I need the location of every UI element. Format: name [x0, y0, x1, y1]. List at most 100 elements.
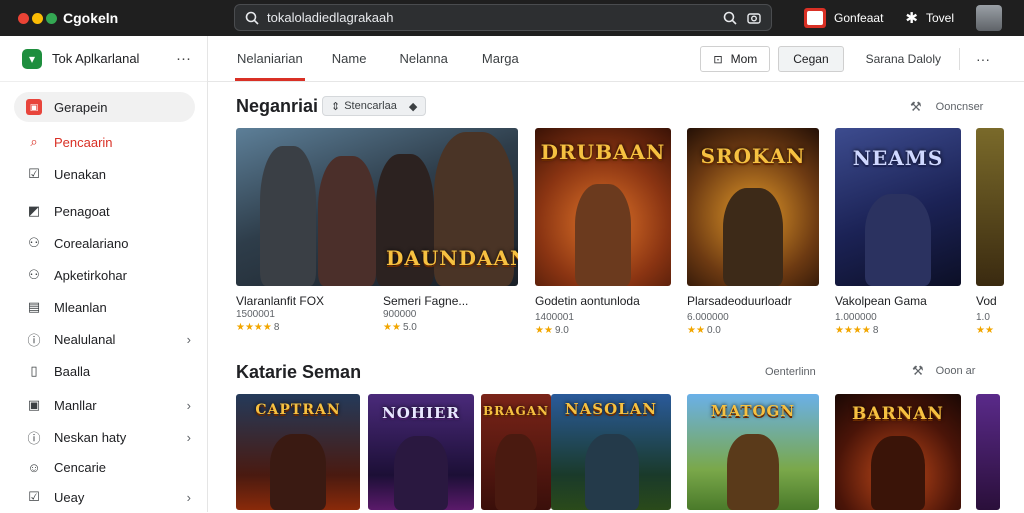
- sarana-daloly-link[interactable]: Sarana Daloly: [866, 52, 941, 66]
- tab-nelanna[interactable]: Nelanna: [399, 36, 447, 82]
- checkbox-icon: ☑: [28, 166, 40, 181]
- game-thumbnail[interactable]: [976, 394, 1000, 510]
- search-input[interactable]: [267, 10, 723, 25]
- game-title[interactable]: Vlaranlanfit FOX: [236, 294, 324, 308]
- game-art-title: BRAGAN: [483, 404, 549, 418]
- game-thumbnail: DAUNDAAN: [236, 128, 518, 286]
- tools-button[interactable]: ✱ Tovel: [905, 9, 954, 27]
- rating-value: 0.0: [706, 325, 721, 336]
- game-thumbnail[interactable]: NASOLAN: [551, 394, 671, 510]
- brand-logo-icon: [18, 12, 57, 24]
- store-icon: ▣: [26, 99, 42, 115]
- brand[interactable]: Cgokeln: [18, 10, 228, 26]
- tab-label: Marga: [481, 51, 519, 66]
- sort-icon: ⇕: [331, 100, 341, 113]
- sidebar-item-label: Penagoat: [54, 203, 110, 219]
- cegan-label: Cegan: [793, 52, 829, 66]
- game-title: Vod: [976, 294, 997, 308]
- rating-value: 5.0: [402, 322, 417, 333]
- game-thumbnail[interactable]: MATOGN: [687, 394, 819, 510]
- section-title: Neganriai: [236, 96, 319, 116]
- sidebar-item-cencarie[interactable]: ☺ Cencarie: [0, 453, 207, 481]
- section-link[interactable]: Oenterlinn: [765, 366, 816, 378]
- sidebar-item-label: Neskan haty: [54, 429, 127, 445]
- sidebar-item-label: Nealulanal: [54, 331, 116, 347]
- tools-label: Tovel: [925, 11, 954, 25]
- sidebar-item-nealulanal[interactable]: ⓘ Nealulanal ›: [0, 323, 207, 355]
- sidebar-item-penagoat[interactable]: ◩ Penagoat: [0, 195, 207, 227]
- sidebar-item-corealariano[interactable]: ⚇ Corealariano: [0, 227, 207, 259]
- more-icon[interactable]: ···: [176, 50, 191, 67]
- game-card[interactable]: DAUNDAAN: [236, 128, 518, 286]
- game-meta: 1500001 ★★★★ 8: [236, 309, 356, 333]
- chevron-right-icon: ›: [186, 397, 191, 413]
- sidebar-item-pencaarin[interactable]: ⌕ Pencaarin: [0, 126, 207, 158]
- game-card[interactable]: NEAMS Vakolpean Gama 1.000000 ★★★★ 8: [835, 128, 961, 336]
- game-art-title: DAUNDAAN: [386, 246, 518, 270]
- avatar[interactable]: [976, 5, 1002, 31]
- game-thumbnail: DRUBAAN: [535, 128, 671, 286]
- puzzle-icon: ✱: [905, 10, 918, 27]
- sidebar-item-apketirkohar[interactable]: ⚇ Apketirkohar: [0, 259, 207, 291]
- game-thumbnail[interactable]: NOHIER: [368, 394, 474, 510]
- rating-value: 9.0: [554, 325, 569, 336]
- filter-dropdown[interactable]: ⇕ Stencarlaa ◆: [322, 96, 427, 116]
- chevron-down-icon: ◆: [408, 100, 418, 113]
- sidebar-item-label: Mleanlan: [54, 299, 107, 315]
- star-rating: ★★★★: [236, 322, 272, 333]
- tab-label: Name: [331, 51, 367, 66]
- section-link-label: Ooncnser: [935, 101, 984, 113]
- game-thumbnail: SROKAN: [687, 128, 819, 286]
- search-bar[interactable]: [234, 4, 772, 31]
- sidebar-item-gerapein[interactable]: ▣ Gerapein: [14, 92, 195, 122]
- section-more-link[interactable]: ⚒ Ooon ar: [912, 363, 975, 379]
- game-title: Vakolpean Gama: [835, 294, 927, 308]
- chevron-right-icon: ›: [186, 429, 191, 445]
- game-card[interactable]: DRUBAAN Godetin aontunloda 1400001 ★★ 9.0: [535, 128, 671, 336]
- game-card[interactable]: SROKAN Plarsadeoduurloadr 6.000000 ★★ 0.0: [687, 128, 819, 336]
- sidebar-item-ueay[interactable]: ☑ Ueay ›: [0, 481, 207, 513]
- sidebar-item-label: Baalla: [54, 363, 91, 379]
- person-icon: ⚇: [28, 267, 40, 282]
- sidebar-item-uenakan[interactable]: ☑ Uenakan: [0, 158, 207, 190]
- tab-nelaniarian[interactable]: Nelaniarian: [235, 36, 305, 82]
- person-icon: ⚇: [28, 235, 40, 250]
- sidebar-item-neskan-haty[interactable]: ⓘ Neskan haty ›: [0, 421, 207, 453]
- camera-icon[interactable]: [747, 11, 761, 25]
- sidebar-item-mleanlan[interactable]: ▤ Mleanlan: [0, 291, 207, 323]
- game-thumbnail[interactable]: CAPTRAN: [236, 394, 360, 510]
- game-thumbnail: NEAMS: [835, 128, 961, 286]
- info-icon: ⓘ: [27, 332, 41, 348]
- search-submit-icon[interactable]: [723, 11, 737, 25]
- game-title[interactable]: Semeri Fagne...: [383, 294, 468, 308]
- game-art-title: BARNAN: [852, 404, 944, 424]
- game-thumbnail[interactable]: BARNAN: [835, 394, 961, 510]
- mom-button[interactable]: ⊡ Mom: [700, 46, 771, 72]
- bag-icon: ⊡: [713, 53, 723, 66]
- rating-value: 8: [273, 322, 280, 333]
- divider: [959, 48, 960, 70]
- search-icon: ⌕: [30, 134, 38, 149]
- game-art-title: MATOGN: [710, 402, 796, 420]
- sidebar-item-baalla[interactable]: ▯ Baalla: [0, 355, 207, 387]
- section-more-link[interactable]: ⚒ Ooncnser: [910, 99, 983, 115]
- game-thumbnail[interactable]: BRAGAN: [481, 394, 551, 510]
- game-art-title: NOHIER: [382, 404, 460, 422]
- cegan-button[interactable]: Cegan: [778, 46, 844, 72]
- game-meta: 900000 ★★ 5.0: [383, 309, 503, 333]
- sidebar-item-manllar[interactable]: ▣ Manllar ›: [0, 389, 207, 421]
- star-rating: ★★: [535, 325, 553, 336]
- game-art-title: CAPTRAN: [255, 402, 341, 418]
- image-icon: ▤: [27, 299, 41, 314]
- tab-name[interactable]: Name: [332, 36, 367, 82]
- mom-label: Mom: [730, 52, 758, 66]
- game-art-title: NASOLAN: [564, 400, 658, 418]
- game-card[interactable]: Vod 1.0 ★★: [976, 128, 1004, 336]
- sidebar-nav: ▣ Gerapein ⌕ Pencaarin ☑ Uenakan ◩ Penagoat …: [0, 92, 207, 513]
- more-icon[interactable]: ···: [976, 51, 990, 67]
- tab-marga[interactable]: Marga: [482, 36, 519, 82]
- sidebar-item-label: Uenakan: [54, 166, 107, 182]
- gift-button[interactable]: Gonfeaat: [804, 8, 883, 28]
- game-installs: 1400001: [535, 312, 574, 323]
- check-square-icon: ☑: [28, 489, 40, 504]
